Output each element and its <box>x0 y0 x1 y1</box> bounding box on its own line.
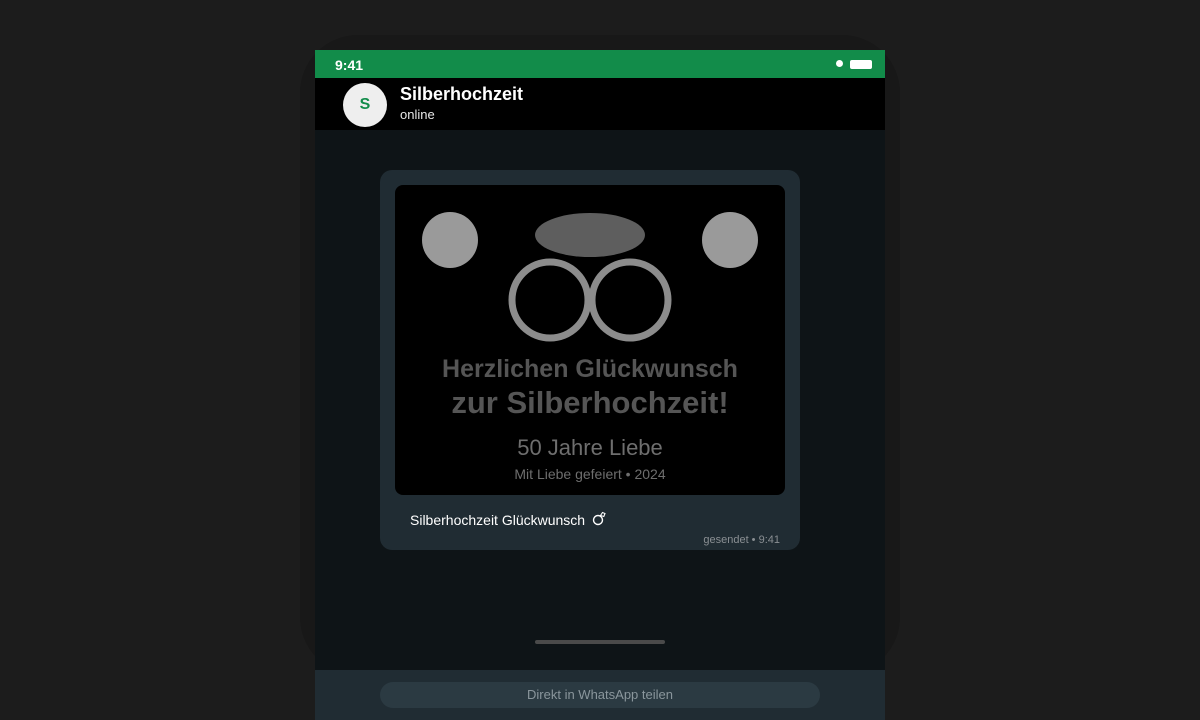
ring-icon <box>591 510 607 529</box>
share-whatsapp-button[interactable]: Direkt in WhatsApp teilen <box>380 682 820 708</box>
oval-ornament <box>535 213 645 257</box>
message-caption: Silberhochzeit Glückwunsch <box>410 510 607 529</box>
chat-header[interactable]: S Silberhochzeit online <box>315 78 885 130</box>
battery-icon <box>850 60 872 69</box>
caption-text: Silberhochzeit Glückwunsch <box>410 511 586 528</box>
wedding-ring-left-icon <box>508 258 592 342</box>
card-headline-line1: Herzlichen Glückwunsch <box>442 355 738 383</box>
signal-dot-icon <box>836 60 843 67</box>
home-indicator[interactable] <box>535 640 665 644</box>
status-bar: 9:41 <box>315 50 885 78</box>
chat-title[interactable]: Silberhochzeit <box>400 84 523 105</box>
left-circle-ornament <box>422 212 478 268</box>
phone-screen: 9:41 S Silberhochzeit online Herzlichen … <box>315 50 885 720</box>
greeting-card-image[interactable]: Herzlichen Glückwunsch zur Silberhochzei… <box>395 185 785 495</box>
share-bar: Direkt in WhatsApp teilen <box>315 670 885 720</box>
right-circle-ornament <box>702 212 758 268</box>
card-subtitle: 50 Jahre Liebe <box>517 435 663 460</box>
card-footer: Mit Liebe gefeiert • 2024 <box>514 466 666 482</box>
message-bubble[interactable]: Herzlichen Glückwunsch zur Silberhochzei… <box>380 170 800 550</box>
chat-status: online <box>400 107 435 122</box>
card-headline-line2: zur Silberhochzeit! <box>451 385 729 420</box>
status-time: 9:41 <box>335 57 364 73</box>
wedding-ring-right-icon <box>588 258 672 342</box>
avatar[interactable]: S <box>343 83 387 127</box>
message-timestamp: gesendet • 9:41 <box>703 534 780 546</box>
